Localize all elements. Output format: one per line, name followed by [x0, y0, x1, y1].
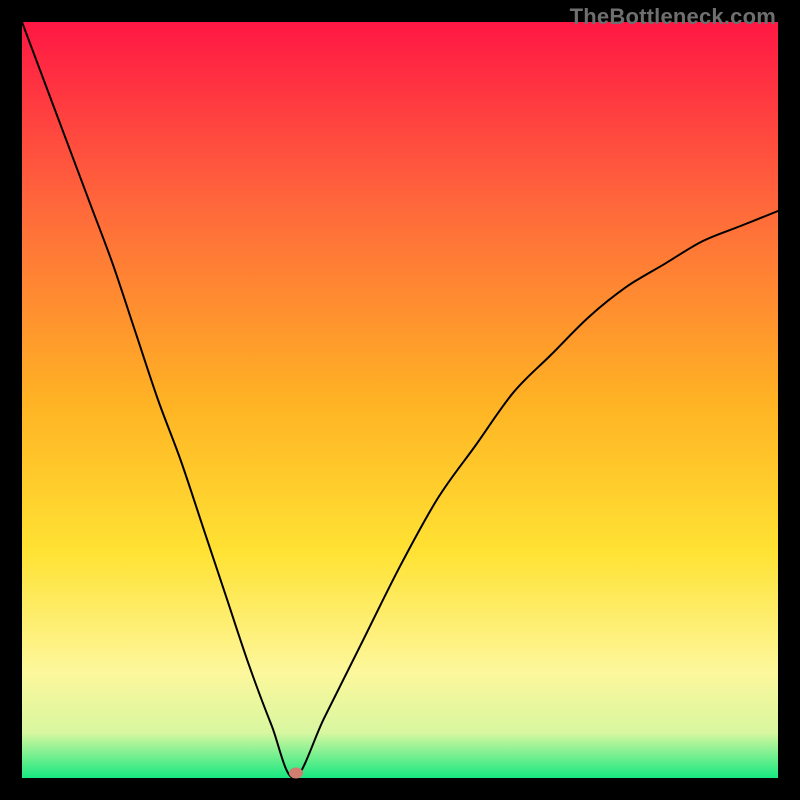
optimal-point-marker: [289, 768, 303, 779]
bottleneck-curve-plot: [0, 0, 800, 800]
watermark-text: TheBottleneck.com: [570, 4, 776, 30]
chart-container: TheBottleneck.com: [0, 0, 800, 800]
plot-background: [22, 22, 778, 778]
